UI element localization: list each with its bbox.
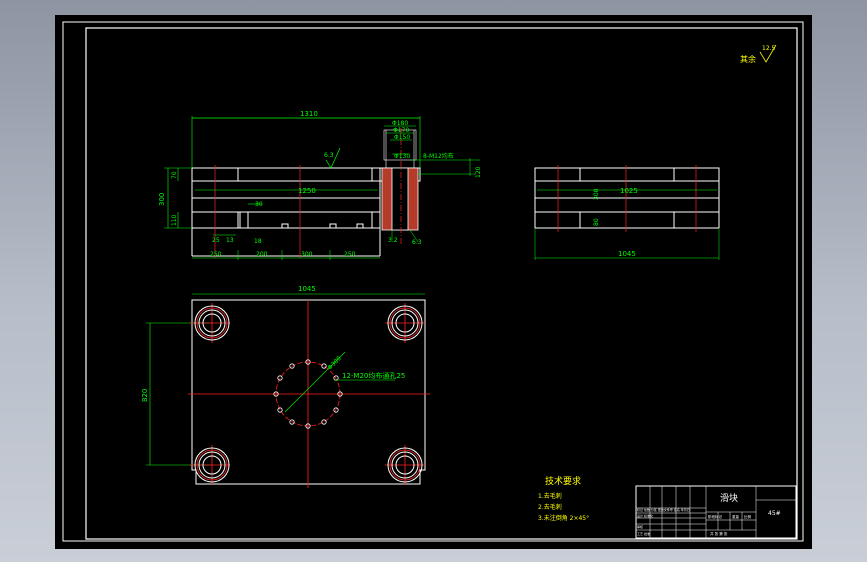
title-row-2: 设计 标准化 <box>637 513 653 518</box>
side-dim-height: 300 <box>593 188 600 200</box>
title-row-3: 审核 <box>637 524 643 529</box>
dim-inner-width: 1250 <box>298 187 316 195</box>
tech-item-1: 1.去毛刺 <box>538 492 562 500</box>
dim-step1: 25 <box>212 237 220 244</box>
dim-overall-width: 1310 <box>300 110 318 118</box>
dim-top-thk: 70 <box>171 171 178 179</box>
title-row-4: 工艺 批准 <box>637 531 650 536</box>
roughness-mark: 6.3 <box>324 152 334 159</box>
part-name: 滑块 <box>720 492 738 504</box>
hole-note: 12-M20均布通孔25 <box>342 371 405 380</box>
bore-roughness-1: 3.2 <box>388 237 398 244</box>
roughness-label: 其余 <box>740 54 756 64</box>
top-dim-width: 1045 <box>298 285 316 293</box>
tech-item-3: 3.未注倒角 2×45° <box>538 514 589 522</box>
dim-step2: 13 <box>226 237 234 244</box>
dim-height: 300 <box>158 193 166 206</box>
top-dim-height: 820 <box>141 389 149 402</box>
label-weight: 重量 <box>732 514 740 519</box>
label-stage: 阶段标记 <box>708 514 722 519</box>
dim-notch: 30 <box>255 201 263 208</box>
title-row-1: 标记 处数 分区 更改文件号 签名 年月日 <box>637 507 690 512</box>
tech-heading: 技术要求 <box>545 475 581 487</box>
side-dim-overall-width: 1045 <box>618 250 636 258</box>
dim-step3: 18 <box>254 238 262 245</box>
label-scale: 比例 <box>744 514 752 519</box>
side-dim-inner-width: 1025 <box>620 187 638 195</box>
material-code: 45# <box>768 510 781 517</box>
cad-drawing-canvas: 其余 12.5 1310 300 70 110 1250 30 25 13 18… <box>55 15 812 549</box>
thread-note: 8-M12均布 <box>423 152 454 160</box>
tech-item-2: 2.去毛刺 <box>538 503 562 511</box>
dim-bottom-1: 250 <box>210 251 222 258</box>
dim-bore-3: Φ150 <box>394 134 410 141</box>
dim-bottom-3: 300 <box>301 251 313 258</box>
dim-bore-4: Φ130 <box>394 153 410 160</box>
dim-bottom-2: 200 <box>256 251 268 258</box>
side-dim-lower: 80 <box>593 218 600 226</box>
dim-right-height: 120 <box>475 166 482 178</box>
dim-bore-2: Φ170 <box>393 127 409 134</box>
sheet-count: 共 张 第 张 <box>710 531 728 536</box>
dim-lower-height: 110 <box>171 214 178 226</box>
model-space-background <box>55 15 812 549</box>
dim-bore-1: Φ180 <box>392 120 408 127</box>
dim-bottom-4: 250 <box>344 251 356 258</box>
